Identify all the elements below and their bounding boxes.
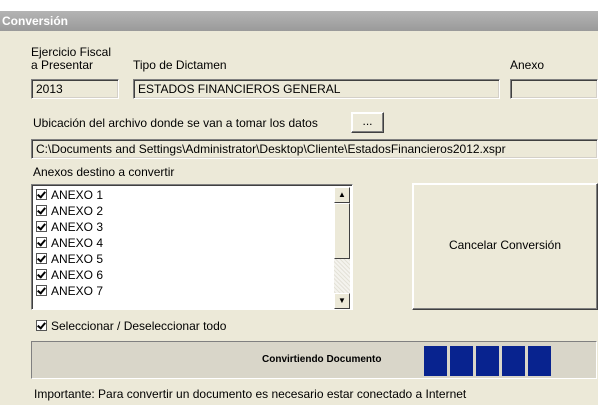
conversion-window: Conversión Ejercicio Fiscal a Presentar … <box>0 11 598 405</box>
list-item-anexo-2[interactable]: ANEXO 2 <box>36 203 103 219</box>
anexo-label: ANEXO 4 <box>51 236 104 250</box>
select-all-label: Seleccionar / Deseleccionar todo <box>51 319 227 333</box>
anexo-label: ANEXO 7 <box>51 284 104 298</box>
checkbox-checked-icon[interactable] <box>36 205 47 217</box>
window-title: Conversión <box>0 11 598 31</box>
scroll-thumb[interactable] <box>334 203 350 259</box>
list-item-anexo-3[interactable]: ANEXO 3 <box>36 219 103 235</box>
tipo-dictamen-field[interactable]: ESTADOS FINANCIEROS GENERAL <box>133 79 500 99</box>
browse-button[interactable]: ... <box>351 112 384 133</box>
anexo-label: ANEXO 5 <box>51 252 104 266</box>
progress-segment <box>502 346 525 376</box>
progress-segments <box>424 342 554 378</box>
checkbox-checked-icon[interactable] <box>36 285 47 297</box>
cancel-conversion-button[interactable]: Cancelar Conversión <box>412 183 598 310</box>
progress-segment <box>450 346 473 376</box>
progress-bar: Convirtiendo Documento <box>31 341 597 379</box>
checkbox-checked-icon[interactable] <box>36 253 47 265</box>
anexo-label: ANEXO 1 <box>51 188 104 202</box>
progress-segment <box>476 346 499 376</box>
anexo-label: ANEXO 3 <box>51 220 104 234</box>
anexos-list[interactable]: ANEXO 1 ANEXO 2 ANEXO 3 ANEXO 4 ANEXO 5 … <box>31 184 353 310</box>
checkbox-checked-icon[interactable] <box>36 237 47 249</box>
anexo-label: ANEXO 2 <box>51 204 104 218</box>
anexo-label: ANEXO 6 <box>51 268 104 282</box>
importante-note: Importante: Para convertir un documento … <box>34 387 467 401</box>
ejercicio-label-line2: a Presentar <box>31 58 94 72</box>
checkbox-checked-icon[interactable] <box>36 320 47 332</box>
checkbox-checked-icon[interactable] <box>36 189 47 201</box>
progress-segment <box>424 346 447 376</box>
list-item-anexo-7[interactable]: ANEXO 7 <box>36 283 103 299</box>
progress-label: Convirtiendo Documento <box>262 354 382 365</box>
checkbox-checked-icon[interactable] <box>36 269 47 281</box>
list-item-anexo-6[interactable]: ANEXO 6 <box>36 267 103 283</box>
ejercicio-field[interactable]: 2013 <box>31 79 119 99</box>
list-scrollbar[interactable]: ▲ ▼ <box>334 187 350 309</box>
anexos-destino-label: Anexos destino a convertir <box>33 165 175 179</box>
scroll-up-button[interactable]: ▲ <box>334 187 350 203</box>
ubicacion-label: Ubicación del archivo donde se van a tom… <box>33 116 318 130</box>
anexo-field[interactable] <box>510 79 598 99</box>
list-item-anexo-4[interactable]: ANEXO 4 <box>36 235 103 251</box>
triangle-down-icon: ▼ <box>338 296 346 305</box>
anexo-label: Anexo <box>510 58 545 72</box>
progress-segment <box>528 346 551 376</box>
tipo-dictamen-label: Tipo de Dictamen <box>133 58 227 72</box>
list-item-anexo-5[interactable]: ANEXO 5 <box>36 251 103 267</box>
list-item-anexo-1[interactable]: ANEXO 1 <box>36 187 103 203</box>
checkbox-checked-icon[interactable] <box>36 221 47 233</box>
scroll-down-button[interactable]: ▼ <box>334 293 350 309</box>
triangle-up-icon: ▲ <box>338 190 346 199</box>
select-all-checkbox[interactable]: Seleccionar / Deseleccionar todo <box>36 318 226 334</box>
ruta-archivo-field[interactable]: C:\Documents and Settings\Administrator\… <box>31 139 598 159</box>
